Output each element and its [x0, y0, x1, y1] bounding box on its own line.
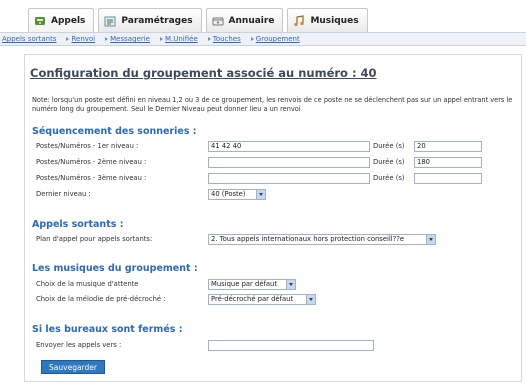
envoyer-label: Envoyer les appels vers :: [36, 341, 122, 349]
info-note: Note: lorsqu'un poste est défini en nive…: [32, 96, 513, 113]
tab-annuaire[interactable]: Annuaire: [205, 8, 284, 32]
niveau3-duree-input[interactable]: [414, 173, 482, 184]
niveau1-duree-input[interactable]: 20: [414, 141, 482, 152]
plan-appel-select[interactable]: 2. Tous appels internationaux hors prote…: [208, 234, 436, 245]
select-value: 2. Tous appels internationaux hors prote…: [211, 235, 405, 243]
subnav-label: Touches: [212, 35, 241, 43]
niveau1-duree-label: Durée (s): [373, 142, 405, 150]
subnav-appels-sortants[interactable]: Appels sortants: [2, 35, 56, 43]
subnav-renvoi[interactable]: Renvoi: [66, 35, 95, 43]
section-appels-sortants: Appels sortants :: [32, 219, 124, 230]
niveau1-input[interactable]: 41 42 40: [208, 141, 370, 152]
tab-label: Appels: [51, 15, 86, 26]
tab-parametrages[interactable]: Paramétrages: [98, 8, 202, 32]
arrow-right-icon: [105, 37, 109, 41]
tab-musiques[interactable]: Musiques: [287, 8, 368, 32]
select-value: Musique par défaut: [211, 280, 278, 288]
save-button[interactable]: Sauvegarder: [41, 360, 105, 374]
tab-label: Annuaire: [228, 15, 275, 26]
subnav-groupement[interactable]: Groupement: [250, 35, 300, 43]
niveau2-label: Postes/Numéros - 2ème niveau :: [36, 158, 147, 166]
tab-label: Paramétrages: [121, 15, 193, 26]
chevron-down-icon: [426, 235, 435, 244]
subnav-label: Messagerie: [110, 35, 150, 43]
arrow-right-icon: [207, 37, 211, 41]
niveau1-label: Postes/Numéros - 1er niveau :: [36, 142, 139, 150]
tab-label: Musiques: [310, 15, 359, 26]
section-bureaux-fermes: Si les bureaux sont fermés :: [32, 324, 183, 335]
melodie-select[interactable]: Pré-décroché par défaut: [208, 294, 316, 305]
subnav-touches[interactable]: Touches: [207, 35, 241, 43]
arrow-right-icon: [250, 37, 254, 41]
niveau2-input[interactable]: [208, 157, 370, 168]
musique-attente-select[interactable]: Musique par défaut: [208, 279, 296, 290]
page-title: Configuration du groupement associé au n…: [30, 66, 377, 80]
arrow-right-icon: [159, 37, 163, 41]
dernier-niveau-label: Dernier niveau :: [36, 190, 91, 198]
app-frame: Appels Paramétrages Annuaire Musiques Ap…: [0, 0, 526, 384]
subnav-label: M.Unifiée: [164, 35, 198, 43]
subnav-messagerie[interactable]: Messagerie: [105, 35, 150, 43]
subnav-label: Appels sortants: [2, 35, 57, 43]
chevron-down-icon: [256, 190, 265, 199]
plan-appel-label: Plan d'appel pour appels sortants:: [36, 235, 153, 243]
niveau2-duree-label: Durée (s): [373, 158, 405, 166]
subnav-label: Renvoi: [71, 35, 96, 43]
musique-attente-label: Choix de la musique d'attente: [36, 280, 139, 288]
phone-icon: [33, 14, 47, 28]
niveau3-duree-label: Durée (s): [373, 174, 405, 182]
select-value: 40 (Poste): [211, 190, 246, 198]
select-value: Pré-décroché par défaut: [211, 295, 294, 303]
dernier-niveau-select[interactable]: 40 (Poste): [208, 189, 266, 200]
envoyer-input[interactable]: [208, 340, 374, 351]
directory-icon: [211, 14, 225, 28]
niveau3-label: Postes/Numéros - 3ème niveau :: [36, 174, 147, 182]
section-sequencement: Séquencement des sonneries :: [32, 126, 197, 137]
section-musiques: Les musiques du groupement :: [32, 263, 198, 274]
melodie-label: Choix de la mélodie de pré-décroché :: [36, 295, 166, 303]
tab-appels[interactable]: Appels: [28, 8, 95, 32]
main-tabs: Appels Paramétrages Annuaire Musiques: [28, 8, 368, 32]
subnav-label: Groupement: [255, 35, 300, 43]
chevron-down-icon: [306, 295, 315, 304]
subnav-munifiee[interactable]: M.Unifiée: [159, 35, 198, 43]
chevron-down-icon: [286, 280, 295, 289]
niveau2-duree-input[interactable]: 180: [414, 157, 482, 168]
sub-navigation: Appels sortants Renvoi Messagerie M.Unif…: [0, 32, 526, 46]
niveau3-input[interactable]: [208, 173, 370, 184]
arrow-right-icon: [66, 37, 70, 41]
music-icon: [292, 14, 306, 28]
settings-icon: [103, 14, 117, 28]
